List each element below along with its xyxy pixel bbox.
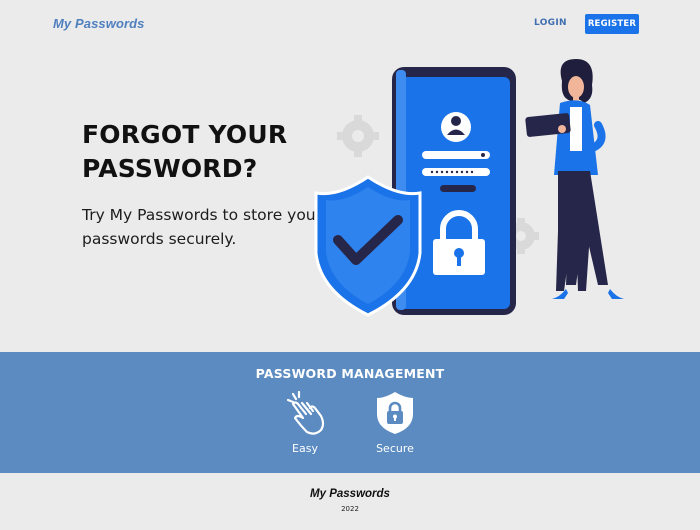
navbar: My Passwords LOGIN REGISTER — [0, 0, 700, 48]
feature-secure: Secure — [360, 390, 430, 455]
feature-label: Easy — [292, 442, 318, 455]
footer-brand: My Passwords — [310, 488, 390, 500]
woman-with-tablet — [525, 59, 624, 299]
brand-logo[interactable]: My Passwords — [53, 16, 145, 31]
shield-lock-icon — [377, 392, 413, 434]
login-link[interactable]: LOGIN — [534, 18, 567, 28]
features-band: PASSWORD MANAGEMENT Easy Secure — [0, 352, 700, 473]
register-button[interactable]: REGISTER — [585, 14, 639, 34]
features-title: PASSWORD MANAGEMENT — [255, 366, 445, 381]
hero-illustration — [300, 55, 660, 325]
gear-icon — [337, 115, 379, 157]
footer-year: 2022 — [341, 505, 359, 513]
feature-easy: Easy — [270, 390, 340, 455]
feature-label: Secure — [376, 442, 414, 455]
hero-title: FORGOT YOUR PASSWORD? — [82, 120, 288, 183]
hand-tap-icon — [286, 390, 325, 435]
